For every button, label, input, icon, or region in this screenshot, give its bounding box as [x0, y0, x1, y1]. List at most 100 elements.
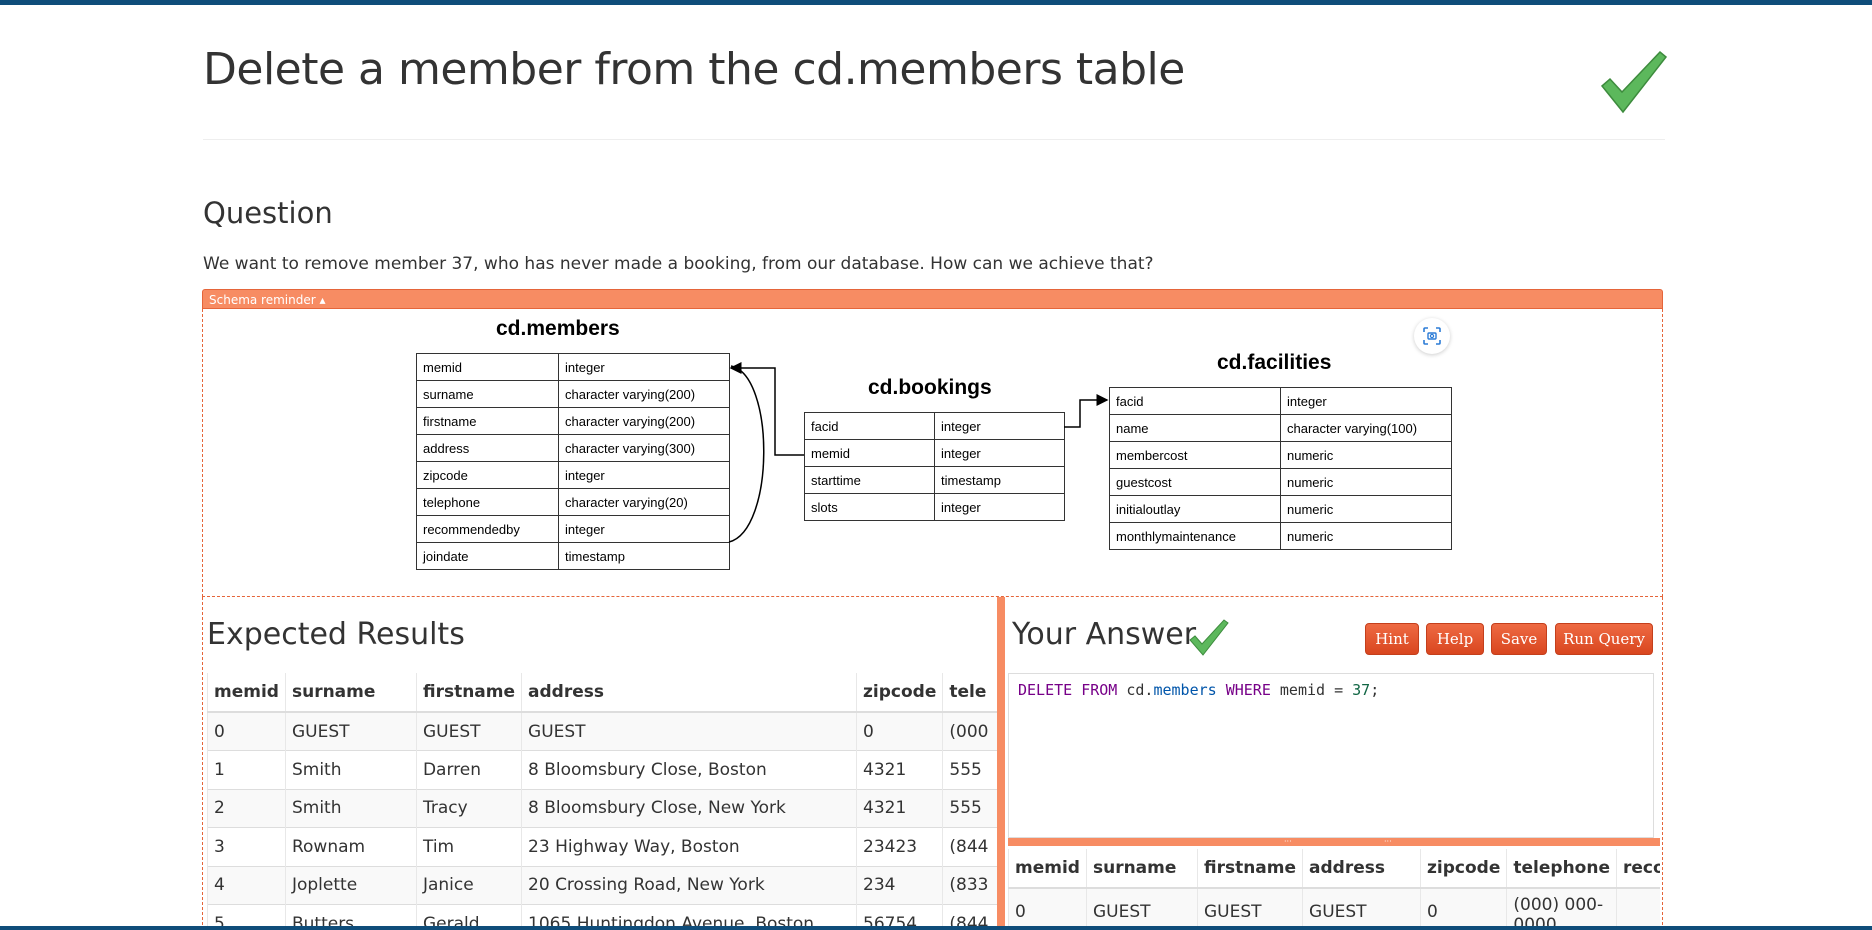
schema-column-name: memid [416, 353, 559, 381]
sql-editor[interactable]: DELETE FROM cd.members WHERE memid = 37; [1008, 673, 1654, 838]
schema-column-name: address [416, 434, 559, 462]
column-header: address [521, 673, 857, 713]
right-border [1662, 597, 1664, 930]
table-cell: 1 [207, 750, 286, 789]
hint-button[interactable]: Hint [1365, 623, 1419, 655]
column-header: firstname [415, 673, 522, 713]
schema-column-type: character varying(20) [558, 488, 730, 516]
save-button[interactable]: Save [1491, 623, 1547, 655]
schema-row: facid integer [804, 412, 1065, 440]
schema-column-name: surname [416, 380, 559, 408]
schema-column-type: integer [558, 461, 730, 489]
column-header: telephone [1506, 849, 1617, 889]
schema-row: zipcode integer [416, 461, 730, 489]
answer-results-viewport: memid surname firstname address zipcode telep… [1008, 849, 1660, 926]
bookings-table-title: cd.bookings [868, 376, 992, 399]
column-header: address [1302, 849, 1421, 889]
table-row: 1 Smith Darren 8 Bloomsbury Close, Boston 43… [207, 750, 997, 789]
table-cell: GUEST [284, 711, 417, 751]
schema-column-type: integer [934, 439, 1065, 467]
schema-column-name: starttime [804, 466, 935, 494]
table-cell: Janice [415, 865, 522, 905]
expected-results-viewport: memid surname firstname address zipcode tele 0… [207, 673, 997, 926]
schema-row: name character varying(100) [1109, 414, 1452, 442]
table-cell: GUEST [521, 711, 857, 751]
schema-row: membercost numeric [1109, 441, 1452, 469]
table-cell: Smith [284, 788, 417, 828]
table-cell: 56754 [856, 904, 943, 926]
schema-column-name: recommendedby [416, 515, 559, 543]
sql-operator: = [1334, 681, 1344, 699]
column-header: memid [207, 673, 286, 713]
sql-column: memid [1279, 681, 1326, 699]
screenshot-button[interactable] [1414, 318, 1450, 354]
schema-column-name: telephone [416, 488, 559, 516]
schema-row: address character varying(300) [416, 434, 730, 462]
table-cell: 0 [1008, 887, 1087, 926]
table-cell: 2 [207, 788, 286, 828]
schema-column-type: numeric [1280, 441, 1452, 469]
panel-split-handle[interactable] [997, 597, 1005, 930]
schema-column-type: numeric [1280, 495, 1452, 523]
your-answer-heading: Your Answer [1012, 617, 1197, 652]
schema-row: monthlymaintenance numeric [1109, 522, 1452, 550]
table-row: 2 Smith Tracy 8 Bloomsbury Close, New York 4… [207, 788, 997, 828]
schema-column-type: integer [558, 353, 730, 381]
help-button[interactable]: Help [1426, 623, 1484, 655]
schema-column-name: joindate [416, 542, 559, 570]
schema-column-name: slots [804, 493, 935, 521]
top-bar [0, 0, 1872, 5]
members-table-title: cd.members [496, 317, 620, 340]
page-title: Delete a member from the cd.members tabl… [203, 44, 1185, 95]
sql-terminator: ; [1370, 681, 1380, 699]
table-cell: 8 Bloomsbury Close, New York [521, 788, 857, 828]
table-cell: 8 Bloomsbury Close, Boston [521, 750, 857, 789]
table-row: 0 GUEST GUEST GUEST 0 (000) 000-0000 [1008, 887, 1660, 926]
schema-column-type: numeric [1280, 468, 1452, 496]
expected-results-heading: Expected Results [207, 617, 465, 652]
schema-column-type: character varying(200) [558, 380, 730, 408]
table-row: 5 Butters Gerald 1065 Huntingdon Avenue, Bo… [207, 904, 997, 926]
schema-column-name: facid [804, 412, 935, 440]
run-query-button[interactable]: Run Query [1555, 623, 1653, 655]
schema-column-type: integer [934, 493, 1065, 521]
table-cell: 4321 [856, 750, 943, 789]
table-cell: (833 [942, 865, 997, 905]
table-cell: 555 [942, 788, 997, 828]
answer-correct-checkmark-icon [1189, 619, 1229, 656]
facilities-table-title: cd.facilities [1217, 351, 1332, 374]
editor-resize-handle[interactable]: ··· ··· [1008, 838, 1660, 846]
bottom-bar [0, 926, 1872, 930]
sql-number: 37 [1352, 681, 1371, 699]
schema-row: telephone character varying(20) [416, 488, 730, 516]
table-cell: Joplette [284, 865, 417, 905]
schema-row: guestcost numeric [1109, 468, 1452, 496]
table-cell: 234 [856, 865, 943, 905]
schema-row: initialoutlay numeric [1109, 495, 1452, 523]
schema-row: joindate timestamp [416, 542, 730, 570]
schema-row: firstname character varying(200) [416, 407, 730, 435]
table-cell: GUEST [1302, 887, 1421, 926]
table-cell: (844 [942, 904, 997, 926]
table-cell [1616, 887, 1660, 926]
success-checkmark-icon [1600, 50, 1668, 114]
schema-row: starttime timestamp [804, 466, 1065, 494]
table-cell: 0 [207, 711, 286, 751]
schema-column-type: integer [934, 412, 1065, 440]
schema-row: recommendedby integer [416, 515, 730, 543]
schema-column-type: timestamp [934, 466, 1065, 494]
column-header: surname [1085, 849, 1198, 889]
schema-row: memid integer [416, 353, 730, 381]
schema-column-type: numeric [1280, 522, 1452, 550]
left-border [202, 597, 204, 930]
table-cell: 23 Highway Way, Boston [521, 827, 857, 866]
schema-column-name: monthlymaintenance [1109, 522, 1281, 550]
schema-reminder-toggle[interactable]: Schema reminder ▴ [202, 289, 1663, 309]
table-cell: 0 [856, 711, 943, 751]
table-cell: 555 [942, 750, 997, 789]
schema-column-type: character varying(100) [1280, 414, 1452, 442]
schema-column-name: guestcost [1109, 468, 1281, 496]
schema-row: surname character varying(200) [416, 380, 730, 408]
schema-row: memid integer [804, 439, 1065, 467]
table-cell: 5 [207, 904, 286, 926]
